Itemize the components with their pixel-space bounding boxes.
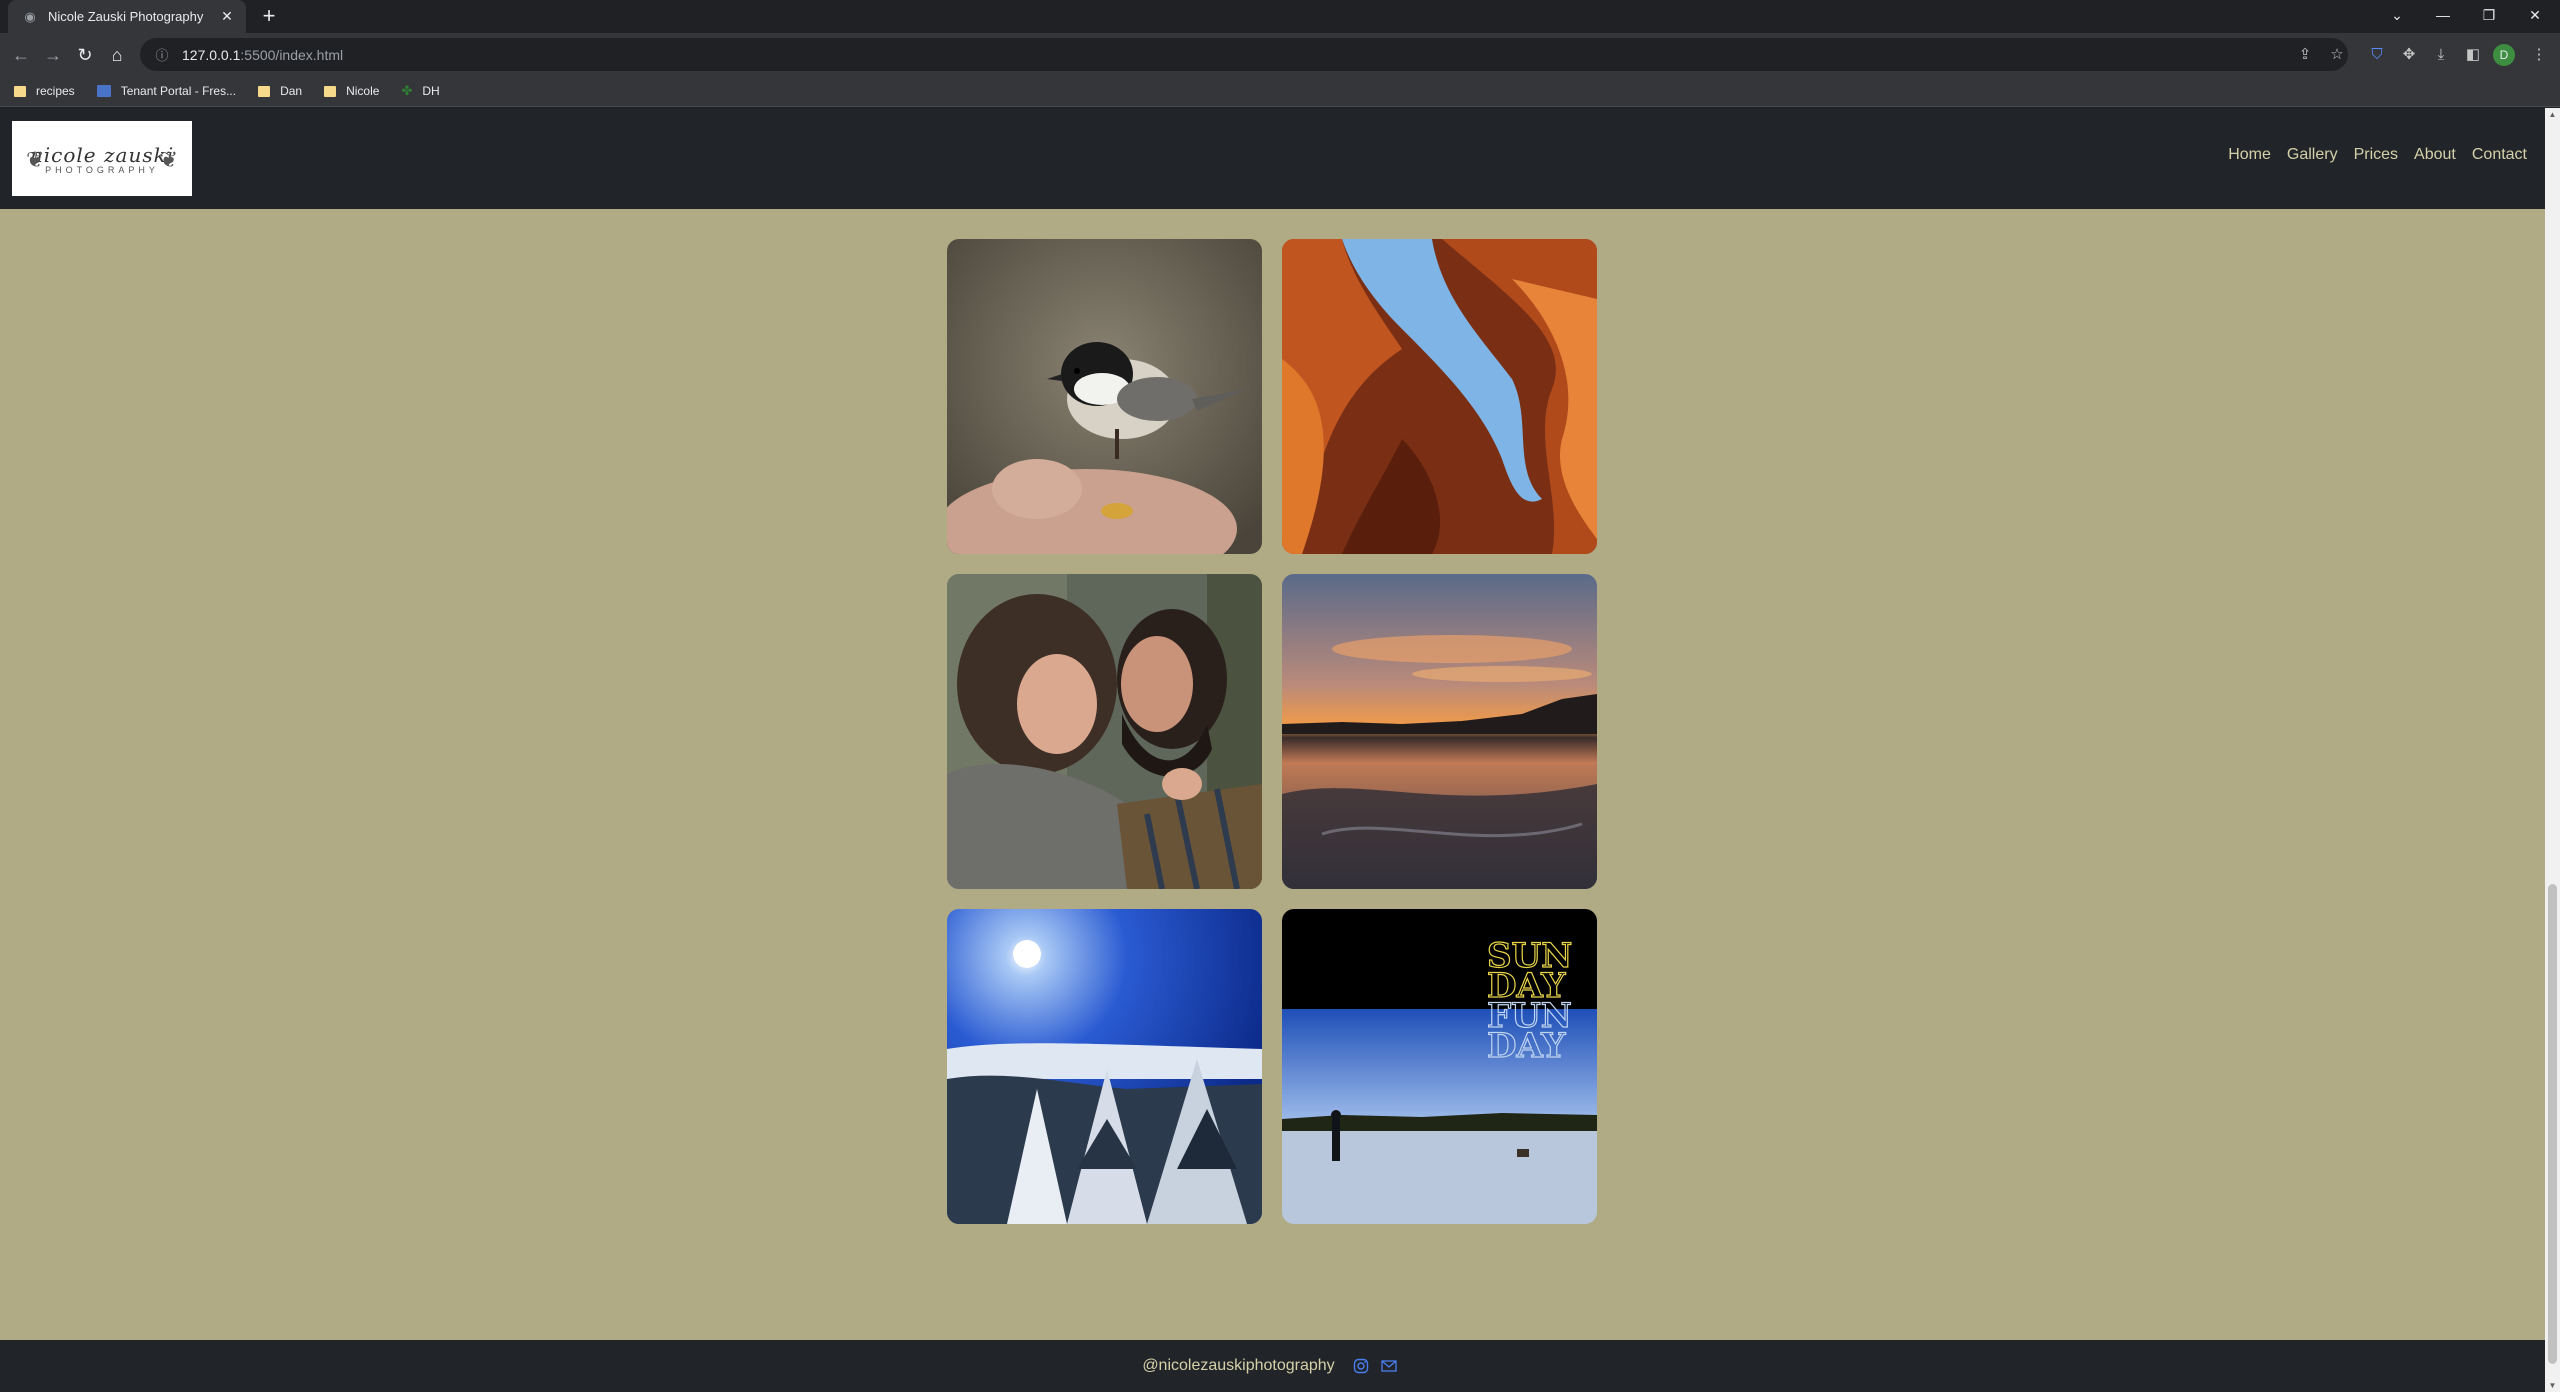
bookmark-star-icon[interactable]: ☆ (2324, 42, 2350, 68)
site-header: ❦ nicole zauski PHOTOGRAPHY ❦ Home Galle… (0, 108, 2545, 209)
bookmark-label: Dan (280, 84, 303, 98)
building-icon (96, 85, 111, 97)
forward-icon[interactable]: → (40, 42, 66, 68)
bookmark-dan[interactable]: Dan (258, 84, 302, 98)
site-footer: @nicolezauskiphotography (0, 1340, 2545, 1392)
restore-button[interactable]: ❐ (2466, 0, 2512, 33)
gallery-photo-canyon[interactable] (1282, 239, 1597, 554)
bookmark-tenant-portal[interactable]: Tenant Portal - Fres... (96, 84, 237, 98)
nav-gallery[interactable]: Gallery (2287, 146, 2338, 164)
home-icon[interactable]: ⌂ (104, 42, 130, 68)
back-icon[interactable]: ← (8, 42, 34, 68)
folder-icon (14, 85, 26, 97)
gallery-photo-couple[interactable] (947, 574, 1262, 889)
scroll-up-icon[interactable]: ▲ (2545, 110, 2560, 119)
reload-icon[interactable]: ↻ (72, 42, 98, 68)
url-host: 127.0.0.1 (182, 46, 241, 63)
address-bar[interactable]: ⓘ 127.0.0.1:5500/index.html (140, 38, 2348, 71)
site-info-icon[interactable]: ⓘ (154, 45, 170, 64)
profile-avatar[interactable]: D (2493, 44, 2515, 66)
minimize-button[interactable]: — (2420, 0, 2466, 33)
footer-handle: @nicolezauskiphotography (1142, 1357, 1335, 1374)
gallery-photo-chickadee[interactable] (947, 239, 1262, 554)
logo-subtitle: PHOTOGRAPHY (45, 164, 159, 175)
overlay-text-line: DAY (1487, 1026, 1566, 1066)
gallery-photo-snowy-mountain[interactable] (947, 909, 1262, 1224)
laurel-right-icon: ❦ (159, 147, 178, 172)
camera-favicon-icon: ◉ (24, 8, 36, 24)
bookmark-label: recipes (36, 84, 75, 98)
main-nav: Home Gallery Prices About Contact (2212, 146, 2527, 164)
logo-script: nicole zauski (29, 142, 175, 167)
side-panel-icon[interactable]: ◧ (2460, 42, 2486, 68)
page-viewport: ❦ nicole zauski PHOTOGRAPHY ❦ Home Galle… (0, 108, 2560, 1392)
gallery-photo-frozen-lake[interactable]: SUN DAY FUN DAY (1282, 909, 1597, 1224)
envelope-icon[interactable] (1381, 1358, 1397, 1374)
password-manager-shield-icon[interactable]: ⛉ (2364, 42, 2390, 68)
bookmarks-bar: recipes Tenant Portal - Fres... Dan Nico… (0, 76, 2560, 107)
nav-home[interactable]: Home (2228, 146, 2271, 164)
nav-contact[interactable]: Contact (2472, 146, 2527, 164)
tab-strip: ◉ Nicole Zauski Photography ✕ + ⌄ — ❐ ✕ (0, 0, 2560, 33)
leaf-icon: ✤ (401, 83, 413, 98)
site-logo[interactable]: ❦ nicole zauski PHOTOGRAPHY ❦ (12, 121, 192, 196)
close-tab-icon[interactable]: ✕ (218, 8, 236, 25)
scrollbar-thumb[interactable] (2548, 884, 2557, 1364)
laurel-left-icon: ❦ (26, 147, 45, 172)
instagram-icon[interactable] (1353, 1358, 1369, 1374)
folder-icon (258, 85, 271, 97)
new-tab-button[interactable]: + (256, 5, 282, 29)
bookmark-label: Nicole (346, 84, 380, 98)
bookmark-dh[interactable]: ✤ DH (401, 83, 439, 99)
bookmark-recipes[interactable]: recipes (14, 84, 75, 98)
page-scrollbar[interactable]: ▲ ▼ (2545, 108, 2560, 1392)
bookmark-nicole[interactable]: Nicole (324, 84, 379, 98)
downloads-icon[interactable]: ⤓ (2428, 42, 2454, 68)
browser-tab[interactable]: ◉ Nicole Zauski Photography ✕ (8, 0, 246, 33)
close-window-button[interactable]: ✕ (2512, 0, 2558, 33)
bookmark-label: DH (422, 84, 440, 98)
extensions-puzzle-icon[interactable]: ✥ (2396, 42, 2422, 68)
browser-toolbar: ← → ↻ ⌂ ⓘ 127.0.0.1:5500/index.html ⇪ ☆ … (0, 33, 2560, 76)
url-path: :5500/index.html (240, 46, 344, 63)
browser-menu-icon[interactable]: ⋮ (2526, 42, 2552, 68)
gallery-photo-sunset-lake[interactable] (1282, 574, 1597, 889)
nav-prices[interactable]: Prices (2354, 146, 2398, 164)
tab-title: Nicole Zauski Photography (48, 9, 204, 24)
scroll-down-icon[interactable]: ▼ (2545, 1381, 2560, 1390)
tab-search-icon[interactable]: ⌄ (2374, 0, 2420, 33)
share-icon[interactable]: ⇪ (2292, 42, 2318, 68)
bookmark-label: Tenant Portal - Fres... (120, 84, 237, 98)
folder-icon (324, 85, 337, 97)
nav-about[interactable]: About (2414, 146, 2456, 164)
